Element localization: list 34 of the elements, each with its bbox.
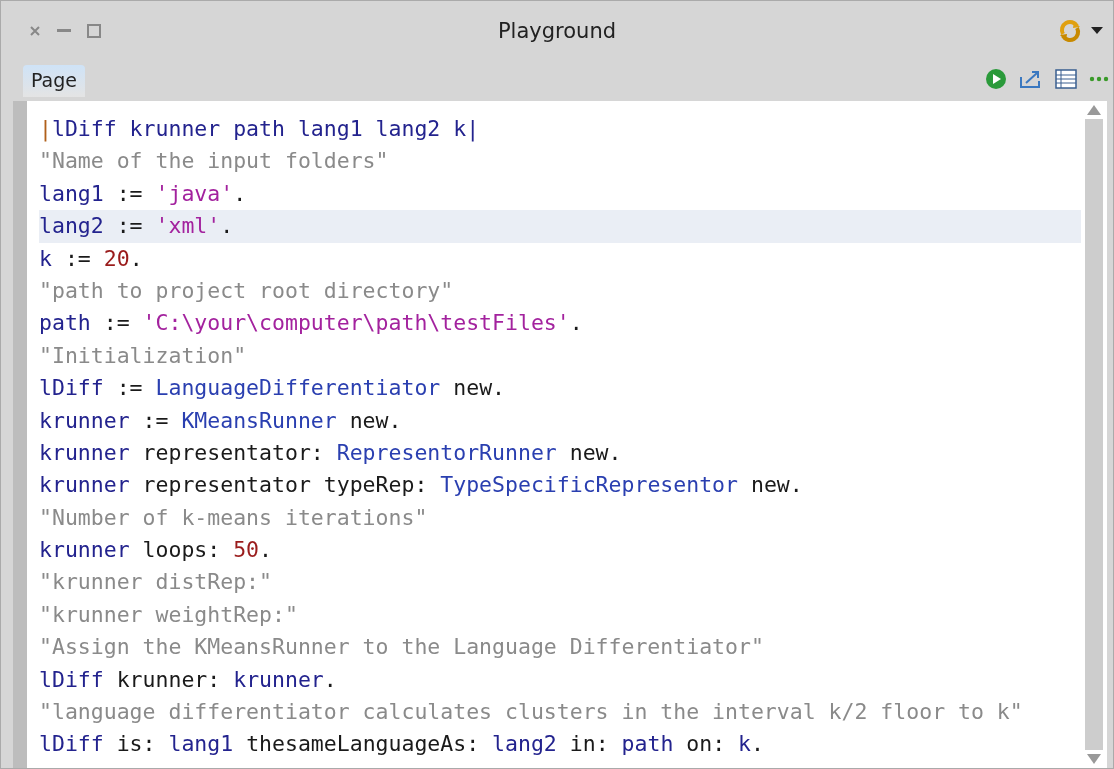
play-icon[interactable] [985,68,1007,90]
code-editor[interactable] [27,101,1081,768]
code-line: |lDiff krunner path lang1 lang2 k| [39,115,481,144]
refresh-icon[interactable] [1057,18,1083,44]
code-line: "language differentiator calculates clusters in the interval k/2 floor to k" [39,698,1024,727]
page-tab[interactable]: Page [23,65,85,97]
scroll-down-icon[interactable] [1087,754,1101,764]
more-icon[interactable] [1089,76,1109,82]
close-icon[interactable] [29,25,41,37]
code-line: lDiff is: lang1 thesameLanguageAs: lang2 in: path on: k. [39,730,765,759]
code-line: krunner representator typeRep: TypeSpecificRepresentor new. [39,471,804,500]
code-line: "Initialization" [39,341,248,370]
code-line: "Assign the KMeansRunner to the Language Differentiator" [39,633,765,662]
code-line: lDiff := LanguageDifferentiator new. [39,374,507,403]
code-line: lDiff krunner: krunner. [39,665,338,694]
code-line: krunner loops: 50. [39,536,273,565]
code-line: "krunner weightRep:" [39,600,299,629]
dropdown-icon[interactable] [1091,27,1103,35]
code-line: path := 'C:\your\computer\path\testFiles'. [39,309,584,338]
code-line: lang1 := 'java'. [39,179,248,208]
code-line: krunner representator: RepresentorRunner new. [39,438,623,467]
code-line: krunner := KMeansRunner new. [39,406,403,435]
minimize-icon[interactable] [57,29,71,33]
code-line: "path to project root directory" [39,276,455,305]
maximize-icon[interactable] [87,24,101,38]
scroll-up-icon[interactable] [1087,105,1101,115]
scrollbar[interactable] [1081,101,1107,768]
code-line: "Number of k-means iterations" [39,503,429,532]
window-title: Playground [497,19,617,43]
export-icon[interactable] [1019,69,1043,89]
code-line: "krunner distRep:" [39,568,273,597]
table-icon[interactable] [1055,69,1077,89]
code-line: k := 20. [39,244,144,273]
code-line: "Name of the input folders" [39,147,390,176]
